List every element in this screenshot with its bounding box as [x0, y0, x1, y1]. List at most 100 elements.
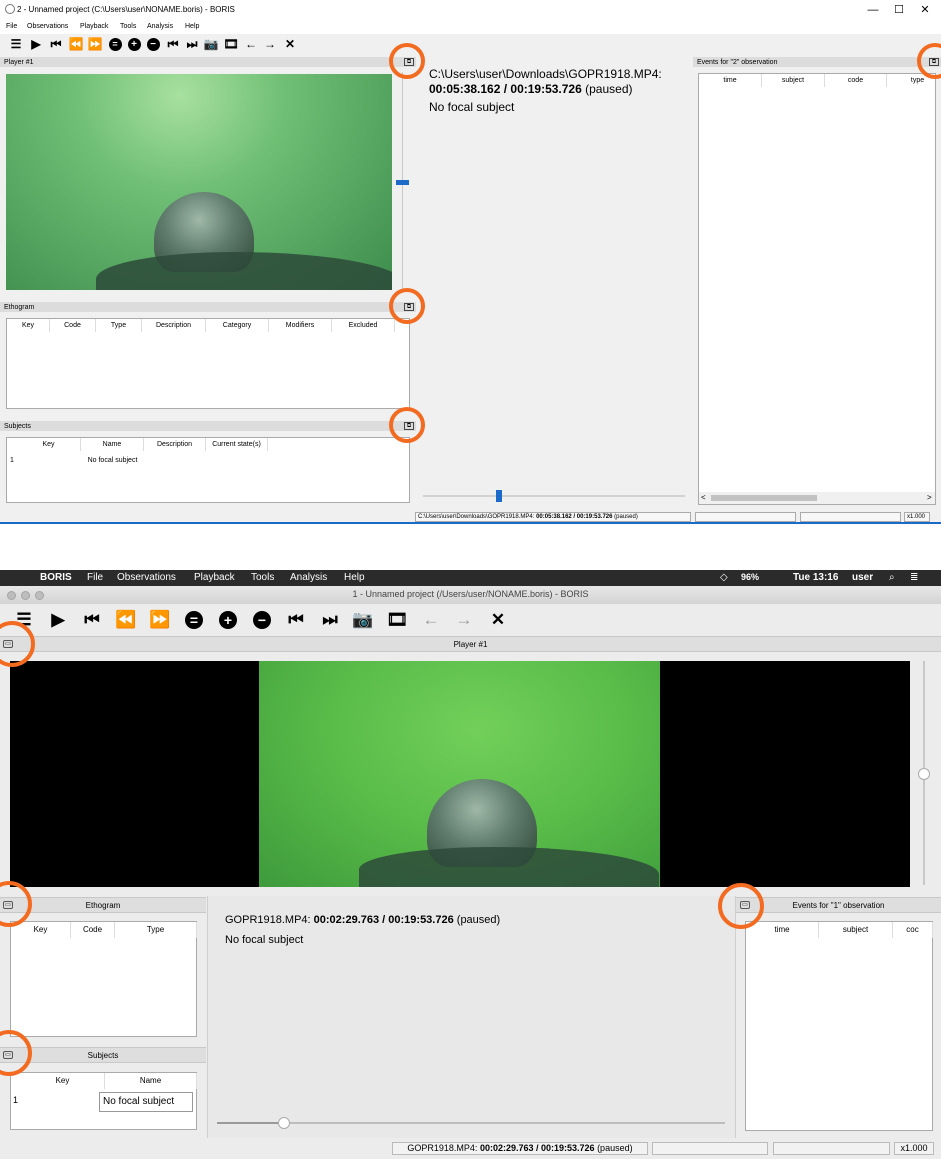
plus-icon[interactable]: +	[125, 36, 143, 52]
volume-slider-handle[interactable]	[396, 180, 409, 185]
previous-media-icon[interactable]: ⏮	[284, 609, 308, 631]
camera-icon[interactable]: 📷	[351, 609, 375, 631]
arrow-right-icon[interactable]: →	[452, 609, 476, 631]
list-icon[interactable]: ☰	[7, 36, 25, 52]
subjects-table[interactable]: Key Name 1 No focal subject	[10, 1072, 197, 1130]
minimize-button[interactable]	[21, 591, 30, 600]
next-media-icon[interactable]: ⏭	[318, 609, 342, 631]
menu-tools[interactable]: Tools	[251, 572, 274, 583]
status-field	[652, 1142, 768, 1155]
row-index: 1	[13, 1095, 19, 1105]
film-icon[interactable]: 🎞	[385, 609, 409, 631]
column-header[interactable]: Code	[50, 319, 96, 332]
scroll-right-icon[interactable]: >	[927, 493, 932, 502]
search-icon[interactable]: ⌕	[889, 572, 895, 583]
column-header[interactable]: Current state(s)	[206, 438, 268, 451]
column-header[interactable]: code	[825, 74, 887, 87]
ethogram-table[interactable]: Key Code Type Description Category Modif…	[6, 318, 410, 409]
status-speed: x1.000	[894, 1142, 934, 1155]
minus-icon[interactable]: −	[144, 36, 162, 52]
skip-back-icon[interactable]: ⏮	[47, 36, 65, 52]
rewind-icon[interactable]: ⏪	[114, 609, 138, 631]
video-progress-track[interactable]	[423, 495, 685, 497]
zoom-button[interactable]	[35, 591, 44, 600]
column-header[interactable]: Description	[144, 438, 206, 451]
menu-analysis[interactable]: Analysis	[147, 23, 173, 30]
battery-level[interactable]: 96%	[741, 572, 759, 582]
play-icon[interactable]: ▶	[27, 36, 45, 52]
window-titlebar: 2 - Unnamed project (C:\Users\user\NONAM…	[0, 0, 941, 20]
equal-icon[interactable]: =	[182, 609, 206, 631]
menu-playback[interactable]: Playback	[80, 23, 108, 30]
video-progress-handle[interactable]	[278, 1117, 290, 1129]
column-header[interactable]: Name	[81, 438, 144, 451]
column-header[interactable]: Category	[206, 319, 269, 332]
wifi-icon[interactable]: ◇	[720, 572, 728, 583]
menu-help[interactable]: Help	[185, 23, 199, 30]
column-header[interactable]: Type	[115, 922, 197, 938]
column-header[interactable]: Key	[7, 319, 50, 332]
close-window-button[interactable]	[7, 591, 16, 600]
column-header[interactable]: subject	[762, 74, 825, 87]
menu-help[interactable]: Help	[344, 572, 365, 583]
volume-slider-handle[interactable]	[918, 768, 930, 780]
media-time: GOPR1918.MP4: 00:02:29.763 / 00:19:53.72…	[225, 914, 500, 926]
notification-list-icon[interactable]: ≣	[910, 572, 918, 583]
player-dock-header: Player #1 ▭	[0, 636, 941, 652]
column-header[interactable]: Name	[105, 1073, 197, 1089]
video-progress-track[interactable]	[217, 1122, 725, 1124]
menu-playback[interactable]: Playback	[194, 572, 235, 583]
column-header[interactable]: Description	[142, 319, 206, 332]
minus-icon[interactable]: −	[250, 609, 274, 631]
menu-observations[interactable]: Observations	[27, 23, 68, 30]
menu-tools[interactable]: Tools	[120, 23, 136, 30]
horizontal-scrollbar[interactable]: < >	[699, 492, 935, 504]
app-menu-name[interactable]: BORIS	[40, 572, 72, 583]
menu-observations[interactable]: Observations	[117, 572, 176, 583]
fast-forward-icon[interactable]: ⏩	[86, 36, 104, 52]
arrow-right-icon[interactable]: →	[261, 36, 279, 52]
column-header[interactable]: time	[699, 74, 762, 87]
menu-analysis[interactable]: Analysis	[290, 572, 327, 583]
arrow-left-icon[interactable]: ←	[419, 609, 443, 631]
close-icon[interactable]: ✕	[281, 36, 299, 52]
plus-icon[interactable]: +	[216, 609, 240, 631]
play-icon[interactable]: ▶	[46, 609, 70, 631]
video-progress-handle[interactable]	[496, 490, 502, 502]
arrow-left-icon[interactable]: ←	[242, 36, 260, 52]
user-menu[interactable]: user	[852, 572, 873, 583]
subject-name-cell[interactable]: No focal subject	[99, 1092, 193, 1112]
next-media-icon[interactable]: ⏭	[183, 36, 201, 52]
camera-icon[interactable]: 📷	[202, 36, 220, 52]
equal-icon[interactable]: =	[106, 36, 124, 52]
subject-name-cell[interactable]: No focal subject	[81, 457, 144, 464]
subjects-dock-header: Subjects ⧉	[0, 421, 416, 431]
ethogram-table[interactable]: Key Code Type	[10, 921, 197, 1037]
skip-back-icon[interactable]: ⏮	[80, 609, 104, 631]
scrollbar-thumb[interactable]	[711, 495, 817, 501]
column-header[interactable]: Code	[71, 922, 115, 938]
film-icon[interactable]: 🎞	[222, 36, 240, 52]
column-header[interactable]: subject	[819, 922, 893, 938]
events-table[interactable]: time subject coc	[745, 921, 933, 1131]
clock[interactable]: Tue 13:16	[793, 572, 838, 583]
events-table[interactable]: time subject code type < >	[698, 73, 936, 505]
column-header[interactable]: Modifiers	[269, 319, 332, 332]
column-header[interactable]: Key	[21, 1073, 105, 1089]
close-icon[interactable]: ✕	[486, 609, 510, 631]
column-header[interactable]: Type	[96, 319, 142, 332]
menu-file[interactable]: File	[6, 23, 17, 30]
column-header[interactable]: Key	[17, 438, 81, 451]
column-header[interactable]: time	[746, 922, 819, 938]
previous-media-icon[interactable]: ⏮	[164, 36, 182, 52]
close-window-button[interactable]: ✕	[908, 2, 941, 18]
column-header[interactable]: Excluded	[332, 319, 395, 332]
subjects-table[interactable]: Key Name Description Current state(s) 1 …	[6, 437, 410, 503]
window-title: 2 - Unnamed project (C:\Users\user\NONAM…	[17, 5, 235, 14]
scroll-left-icon[interactable]: <	[701, 493, 706, 502]
column-header[interactable]: coc	[893, 922, 933, 938]
menu-file[interactable]: File	[87, 572, 103, 583]
fast-forward-icon[interactable]: ⏩	[148, 609, 172, 631]
column-header[interactable]: Key	[11, 922, 71, 938]
rewind-icon[interactable]: ⏪	[67, 36, 85, 52]
